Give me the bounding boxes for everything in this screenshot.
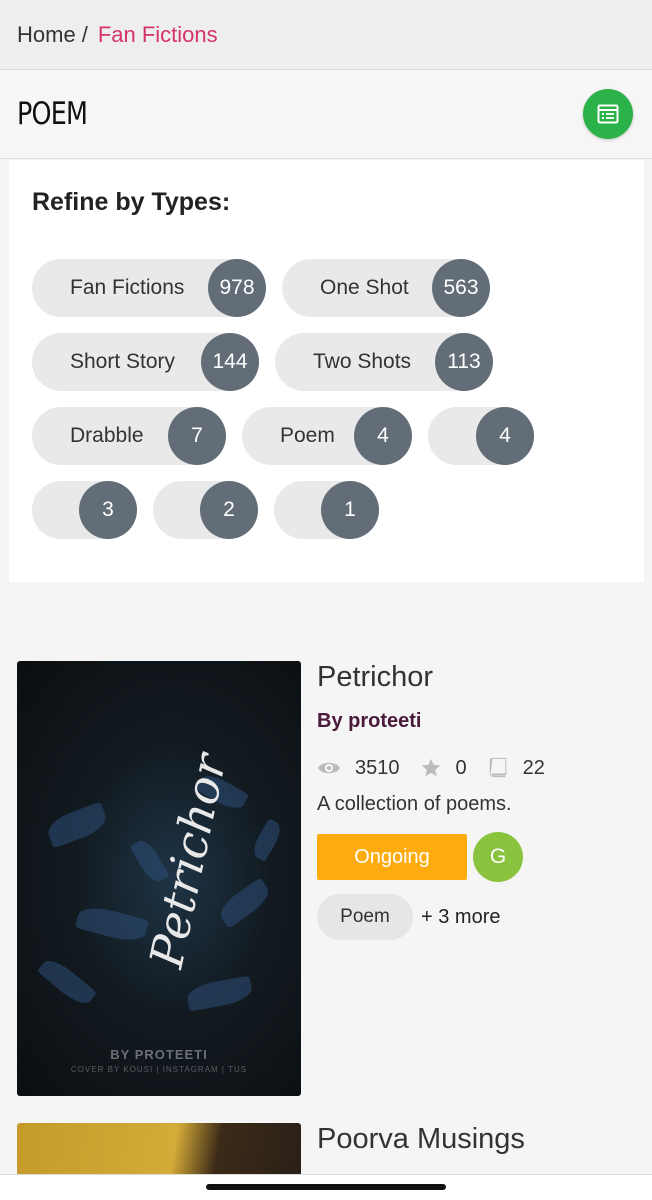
chip-count-badge: 144: [201, 333, 259, 391]
story-title[interactable]: Petrichor: [317, 661, 637, 694]
type-chip-short-story[interactable]: Short Story 144: [32, 333, 259, 391]
type-chips: Fan Fictions 978 One Shot 563 Short Stor…: [32, 259, 632, 555]
refine-panel: Refine by Types: Fan Fictions 978 One Sh…: [9, 160, 644, 582]
story-cover-image[interactable]: Petrichor BY PROTEETI COVER BY KOUSI | I…: [17, 661, 301, 1096]
chip-label: Short Story: [70, 350, 176, 373]
home-indicator[interactable]: [206, 1184, 446, 1190]
story-stats: 3510 0 22: [317, 755, 637, 781]
more-tags-link[interactable]: + 3 more: [421, 906, 500, 929]
book-icon: [489, 757, 506, 778]
chip-count-badge: 4: [354, 407, 412, 465]
page-header: POEM: [0, 70, 652, 159]
chapters-count: 22: [522, 756, 545, 779]
type-chip-unlabeled[interactable]: 1: [274, 481, 379, 539]
chip-label: Fan Fictions: [70, 276, 185, 299]
list-view-button[interactable]: [583, 89, 633, 139]
chip-count-badge: 1: [321, 481, 379, 539]
views-count: 3510: [355, 756, 400, 779]
chip-count-badge: 113: [435, 333, 493, 391]
chip-label: One Shot: [320, 276, 409, 299]
chip-count-badge: 2: [200, 481, 258, 539]
refine-title: Refine by Types:: [32, 188, 231, 216]
cover-author-text: BY PROTEETI: [110, 1047, 208, 1062]
story-author-link[interactable]: By proteeti: [317, 710, 637, 733]
story-info: Petrichor By proteeti 3510 0 22 A collec…: [317, 661, 637, 940]
star-icon: [421, 758, 440, 777]
story-badges: Ongoing G: [317, 832, 637, 882]
breadcrumb-separator: /: [81, 21, 88, 47]
chip-label: Drabble: [70, 424, 144, 447]
story-card[interactable]: Petrichor BY PROTEETI COVER BY KOUSI | I…: [17, 661, 637, 1096]
breadcrumb-home-link[interactable]: Home: [17, 22, 76, 48]
story-description: A collection of poems.: [317, 793, 512, 815]
chip-label: Poem: [280, 424, 335, 447]
story-info: Poorva Musings: [317, 1123, 637, 1156]
status-badge: Ongoing: [317, 834, 467, 880]
stars-count: 0: [455, 756, 467, 779]
chip-count-badge: 7: [168, 407, 226, 465]
type-chip-fan-fictions[interactable]: Fan Fictions 978: [32, 259, 266, 317]
type-chip-poem[interactable]: Poem 4: [242, 407, 412, 465]
page-title: POEM: [17, 96, 88, 132]
type-chip-unlabeled[interactable]: 2: [153, 481, 258, 539]
cover-credit-text: COVER BY KOUSI | INSTAGRAM | TUS: [70, 1065, 248, 1074]
breadcrumb-current-link[interactable]: Fan Fictions: [98, 22, 218, 48]
chip-count-badge: 978: [208, 259, 266, 317]
eye-icon: [318, 762, 340, 774]
chip-count-badge: 3: [79, 481, 137, 539]
type-chip-drabble[interactable]: Drabble 7: [32, 407, 226, 465]
rating-badge: G: [473, 832, 523, 882]
tag-chip[interactable]: Poem: [317, 894, 413, 940]
chip-count-badge: 563: [432, 259, 490, 317]
type-chip-unlabeled[interactable]: 3: [32, 481, 137, 539]
type-chip-two-shots[interactable]: Two Shots 113: [275, 333, 493, 391]
type-chip-one-shot[interactable]: One Shot 563: [282, 259, 490, 317]
story-title[interactable]: Poorva Musings: [317, 1123, 637, 1156]
type-chip-unlabeled[interactable]: 4: [428, 407, 534, 465]
breadcrumb: Home / Fan Fictions: [0, 0, 652, 70]
chip-label: Two Shots: [313, 350, 412, 373]
chip-count-badge: 4: [476, 407, 534, 465]
story-tags: Poem + 3 more: [317, 894, 637, 940]
list-icon: [597, 104, 619, 124]
